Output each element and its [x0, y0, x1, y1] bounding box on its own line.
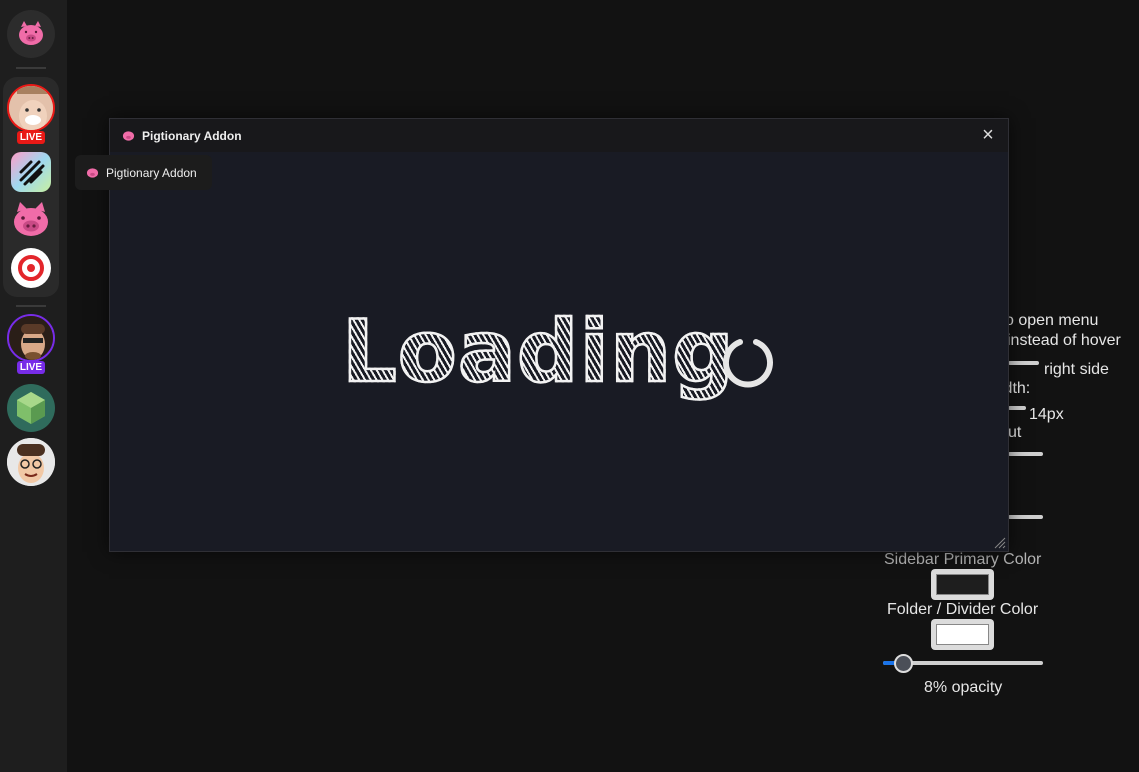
pig-icon	[86, 168, 99, 178]
loading-text: Loading	[341, 301, 735, 404]
brush-icon	[19, 160, 45, 186]
pictionary-app-button[interactable]	[11, 152, 51, 192]
loading-spinner-icon	[723, 339, 773, 388]
live-badge: LIVE	[17, 131, 45, 144]
pig-icon	[122, 131, 135, 141]
modal-title: Pigtionary Addon	[142, 128, 242, 143]
settings-text-hover: instead of hover	[1007, 332, 1121, 349]
cube-channel-button[interactable]	[7, 384, 55, 432]
cube-icon	[17, 392, 45, 424]
sidebar-divider	[16, 305, 46, 307]
pig-addon-button[interactable]	[9, 198, 53, 242]
home-pig-button[interactable]	[7, 10, 55, 58]
resize-grip-icon[interactable]	[994, 537, 1006, 549]
tooltip-label: Pigtionary Addon	[106, 165, 197, 180]
pokeball-icon	[18, 255, 44, 281]
pig-icon	[19, 21, 43, 45]
side-toggle-track[interactable]	[1008, 361, 1039, 365]
face-avatar-icon	[9, 316, 53, 360]
opacity-slider-thumb[interactable]	[894, 654, 913, 673]
modal-header: Pigtionary Addon ×	[110, 119, 1008, 152]
settings-text-width-value: 14px	[1029, 406, 1064, 423]
settings-slider-track[interactable]	[1008, 452, 1043, 456]
width-slider-track[interactable]	[1008, 406, 1026, 410]
cartoon-face-icon	[7, 438, 55, 486]
opacity-label: 8% opacity	[924, 679, 1003, 696]
pokeball-button[interactable]	[11, 248, 51, 288]
sidebar-divider	[16, 67, 46, 69]
pig-icon	[14, 202, 48, 236]
settings-text-out: ut	[1008, 424, 1022, 441]
channel-avatar-2[interactable]	[7, 314, 55, 362]
settings-text-open-menu: o open menu	[1005, 312, 1099, 329]
addon-modal: Pigtionary Addon × Loading	[109, 118, 1009, 552]
settings-slider-track[interactable]	[1008, 515, 1043, 519]
live-badge: LIVE	[17, 361, 45, 374]
sidebar-tooltip: Pigtionary Addon	[75, 155, 212, 190]
sidebar-primary-color-label: Sidebar Primary Color	[884, 551, 1042, 568]
folder-divider-color-swatch[interactable]	[931, 619, 994, 650]
opacity-slider[interactable]	[883, 653, 1043, 673]
modal-content: Loading	[110, 152, 1008, 551]
folder-divider-color-label: Folder / Divider Color	[887, 601, 1039, 618]
channel-avatar-3[interactable]	[7, 438, 55, 486]
channel-avatar-1[interactable]	[7, 84, 55, 132]
sidebar: LIVE LIVE	[0, 0, 67, 772]
close-icon[interactable]: ×	[978, 125, 998, 145]
sidebar-primary-color-swatch[interactable]	[931, 569, 994, 600]
settings-text-right-side: right side	[1044, 361, 1109, 378]
